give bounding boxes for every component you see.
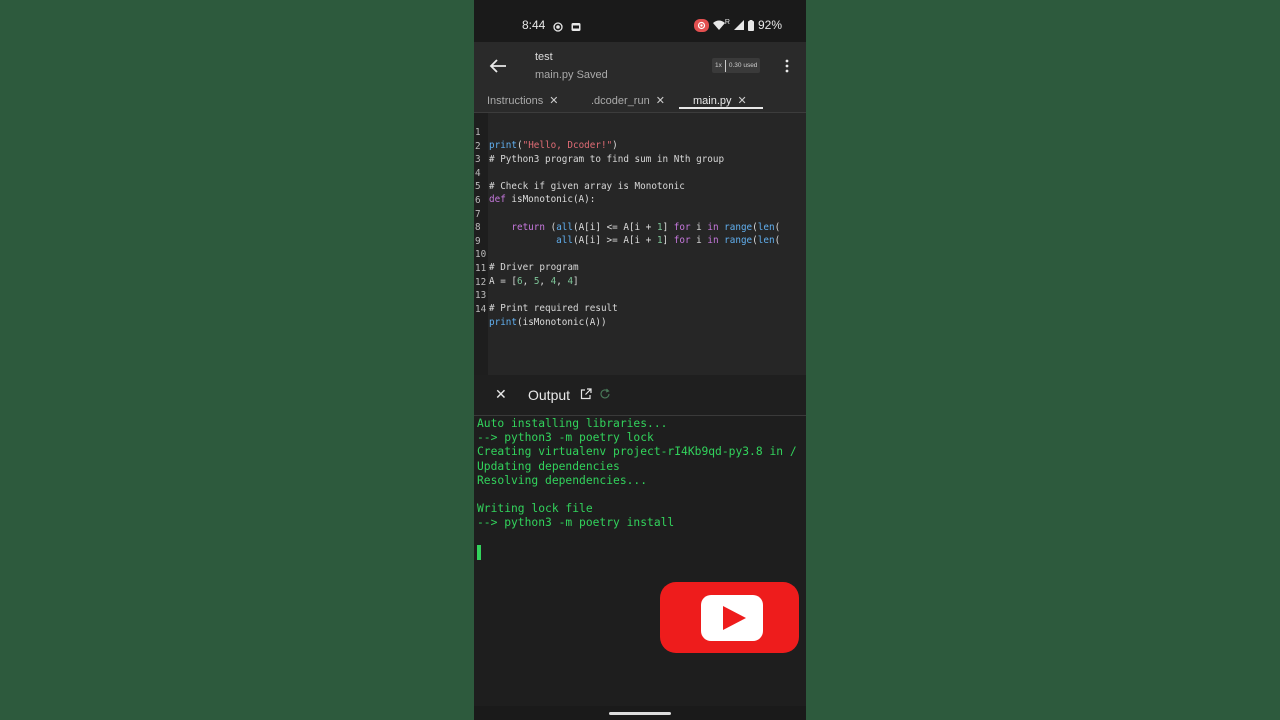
- cast-icon: [693, 18, 709, 32]
- status-time: 8:44: [522, 18, 546, 32]
- code-line: 8 all(A[i] >= A[i + 1] for i in range(le…: [474, 208, 780, 246]
- code-line: 2 # Python3 program to find sum in Nth g…: [474, 127, 724, 165]
- console-line: --> python3 -m poetry lock: [477, 431, 654, 445]
- code-editor[interactable]: 1 print("Hello, Dcoder!") 2 # Python3 pr…: [474, 113, 806, 375]
- code-text: print(isMonotonic(A)): [489, 316, 607, 328]
- code-line: 9: [474, 222, 508, 247]
- tab-main-py[interactable]: main.py ✕: [693, 94, 747, 108]
- output-header: ✕ Output: [474, 375, 806, 416]
- code-line: 5 def isMonotonic(A):: [474, 167, 595, 205]
- signal-icon: [733, 20, 744, 30]
- play-icon: [701, 595, 763, 641]
- status-bar: 8:44 R 92%: [474, 0, 806, 42]
- code-line: 14 print(isMonotonic(A)): [474, 290, 607, 328]
- status-system-icons: R 92%: [693, 18, 782, 32]
- code-line: 10 # Driver program: [474, 235, 579, 273]
- back-arrow-icon[interactable]: [486, 54, 510, 78]
- code-line: 12: [474, 263, 508, 288]
- code-text: all(A[i] >= A[i + 1] for i in range(len(: [556, 235, 781, 247]
- tab-label: Instructions: [487, 94, 544, 107]
- status-notification-icons: [553, 19, 586, 33]
- usage-label: 0.30 used: [728, 62, 758, 69]
- console-line: Updating dependencies: [477, 459, 620, 473]
- tab-label: .dcoder_run: [591, 94, 650, 107]
- code-line: 13 # Print required result: [474, 276, 618, 314]
- code-line: 3: [474, 140, 508, 165]
- wifi-icon: [712, 20, 725, 30]
- open-external-icon[interactable]: [580, 388, 592, 400]
- home-gesture-handle[interactable]: [609, 712, 671, 715]
- file-status: main.py Saved: [535, 69, 608, 81]
- console-line: Resolving dependencies...: [477, 473, 648, 487]
- youtube-logo: [660, 582, 799, 653]
- active-tab-indicator: [679, 107, 763, 109]
- speed-label: 1x: [715, 62, 722, 69]
- battery-icon: [747, 19, 754, 31]
- navigation-bar: [474, 706, 806, 720]
- tab-label: main.py: [693, 94, 732, 107]
- more-vert-icon[interactable]: [780, 56, 794, 76]
- divider: [724, 59, 726, 72]
- code-line: 4 # Check if given array is Monotonic: [474, 154, 685, 192]
- record-icon: [553, 22, 563, 32]
- file-tabs: Instructions ✕ .dcoder_run ✕ main.py ✕: [474, 90, 806, 113]
- line-number: 14: [475, 303, 487, 315]
- code-text: # Print required result: [489, 303, 618, 315]
- code-text: # Check if given array is Monotonic: [489, 180, 685, 192]
- code-text: # Python3 program to find sum in Nth gro…: [489, 153, 725, 165]
- console-output[interactable]: Auto installing libraries... --> python3…: [474, 416, 806, 706]
- refresh-icon[interactable]: [599, 388, 611, 400]
- speed-usage-badge[interactable]: 1x 0.30 used: [712, 58, 761, 73]
- battery-percent: 92%: [757, 18, 782, 32]
- roaming-label: R: [724, 18, 730, 26]
- output-title: Output: [528, 387, 571, 403]
- code-line: 6: [474, 181, 508, 206]
- console-line: Auto installing libraries...: [477, 417, 668, 430]
- close-output-icon[interactable]: ✕: [495, 386, 507, 403]
- console-line: --> python3 -m poetry install: [477, 516, 675, 530]
- app-bar: test main.py Saved 1x 0.30 used: [474, 42, 806, 90]
- code-line: 7 return (all(A[i] <= A[i + 1] for i in …: [474, 195, 780, 233]
- console-line: Creating virtualenv project-rI4Kb9qd-py3…: [477, 445, 797, 459]
- close-icon[interactable]: ✕: [656, 94, 665, 107]
- app-notification-icon: [571, 22, 581, 31]
- code-line: 1 print("Hello, Dcoder!"): [474, 113, 618, 151]
- close-icon[interactable]: ✕: [549, 94, 558, 107]
- console-cursor: [477, 545, 481, 560]
- project-title: test: [535, 51, 553, 63]
- console-line: Writing lock file: [477, 502, 593, 516]
- code-line: 11 A = [6, 5, 4, 4]: [474, 249, 579, 287]
- code-text: return (all(A[i] <= A[i + 1] for i in ra…: [511, 221, 781, 233]
- tab-dcoder-run[interactable]: .dcoder_run ✕: [591, 94, 665, 108]
- code-text: print("Hello, Dcoder!"): [489, 140, 618, 151]
- file-name: main.py: [535, 69, 574, 81]
- close-icon[interactable]: ✕: [738, 94, 747, 107]
- save-status: Saved: [576, 69, 608, 81]
- tab-instructions[interactable]: Instructions ✕: [487, 94, 558, 108]
